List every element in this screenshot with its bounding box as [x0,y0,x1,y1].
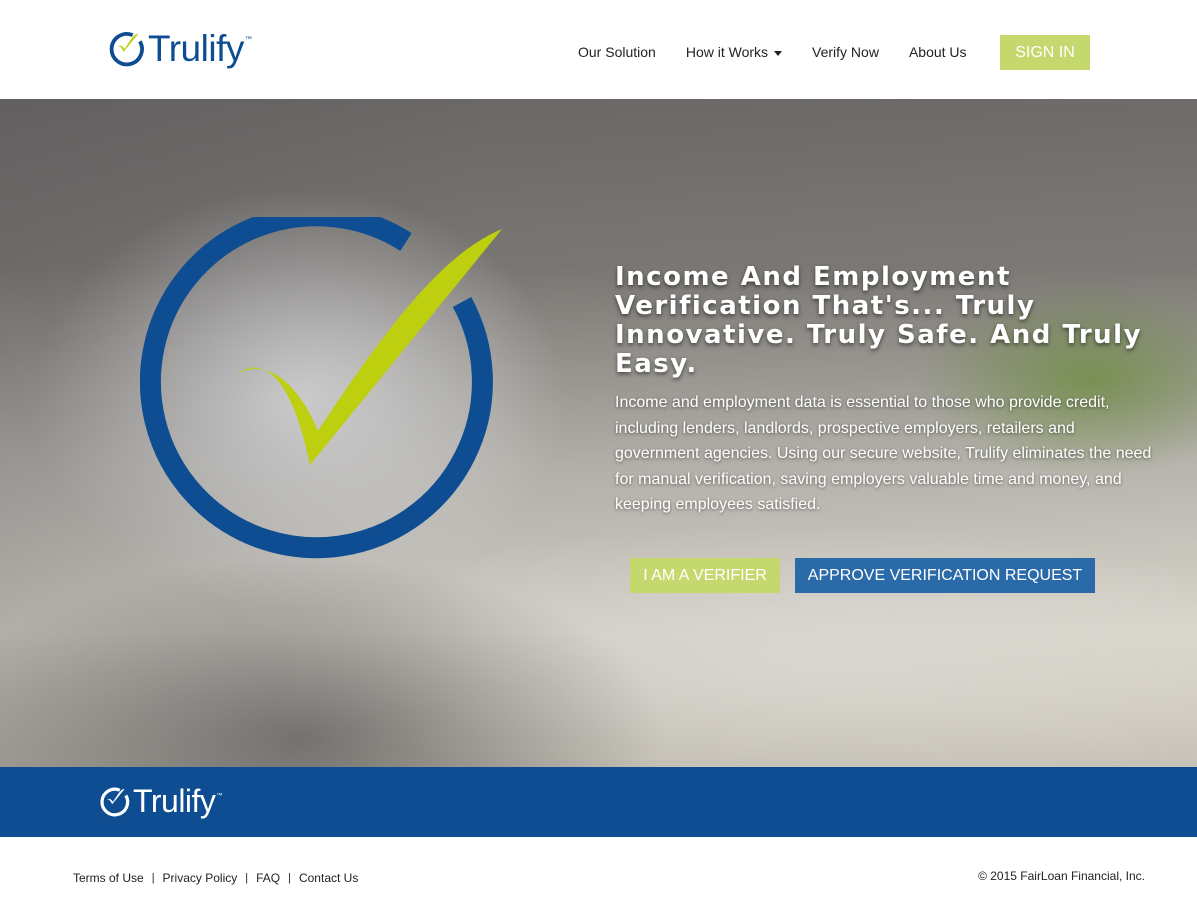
footer-link-faq[interactable]: FAQ [256,871,280,885]
logo-trademark: ™ [244,36,252,43]
footer-links: Terms of Use | Privacy Policy | FAQ | Co… [73,871,358,885]
check-circle-icon [140,217,502,559]
site-header: Trulify ™ Our Solution How it Works Veri… [0,0,1197,99]
caret-down-icon [774,50,783,56]
i-am-a-verifier-button[interactable]: I AM A VERIFIER [630,558,780,593]
nav-how-it-works-label: How it Works [685,44,769,60]
hero-section: Income And Employment Verification That'… [0,99,1197,767]
footer-logo-trademark: ™ [216,793,223,799]
hero-description: Income and employment data is essential … [615,394,1152,513]
trulify-logo[interactable]: Trulify ™ [108,26,252,70]
footer-separator: | [288,872,291,884]
footer-separator: | [245,872,249,884]
nav-our-solution[interactable]: Our Solution [578,44,656,60]
hero-title: Income And Employment Verification That'… [615,262,1143,379]
approve-verification-request-button[interactable]: APPROVE VERIFICATION REQUEST [795,558,1095,593]
nav-verify-now[interactable]: Verify Now [812,44,879,60]
check-circle-icon [109,32,144,67]
footer-trulify-logo[interactable]: Trulify ™ [99,785,222,817]
footer-separator: | [151,872,155,884]
nav-about-us[interactable]: About Us [909,44,967,60]
nav-how-it-works[interactable]: How it Works [685,44,783,60]
footer-logo-wordmark: Trulify [133,783,216,819]
sign-in-button[interactable]: SIGN IN [1000,35,1090,70]
footer-link-contact[interactable]: Contact Us [299,871,358,885]
site-footer: Terms of Use | Privacy Policy | FAQ | Co… [0,837,1197,911]
footer-link-terms[interactable]: Terms of Use [73,871,144,885]
footer-link-privacy[interactable]: Privacy Policy [163,871,238,885]
footer-brand-band: Trulify ™ [0,767,1197,837]
logo-wordmark: Trulify [148,27,244,69]
main-nav: Our Solution How it Works Verify Now Abo… [578,44,967,60]
copyright-text: © 2015 FairLoan Financial, Inc. [978,869,1145,883]
check-circle-icon [100,787,130,817]
